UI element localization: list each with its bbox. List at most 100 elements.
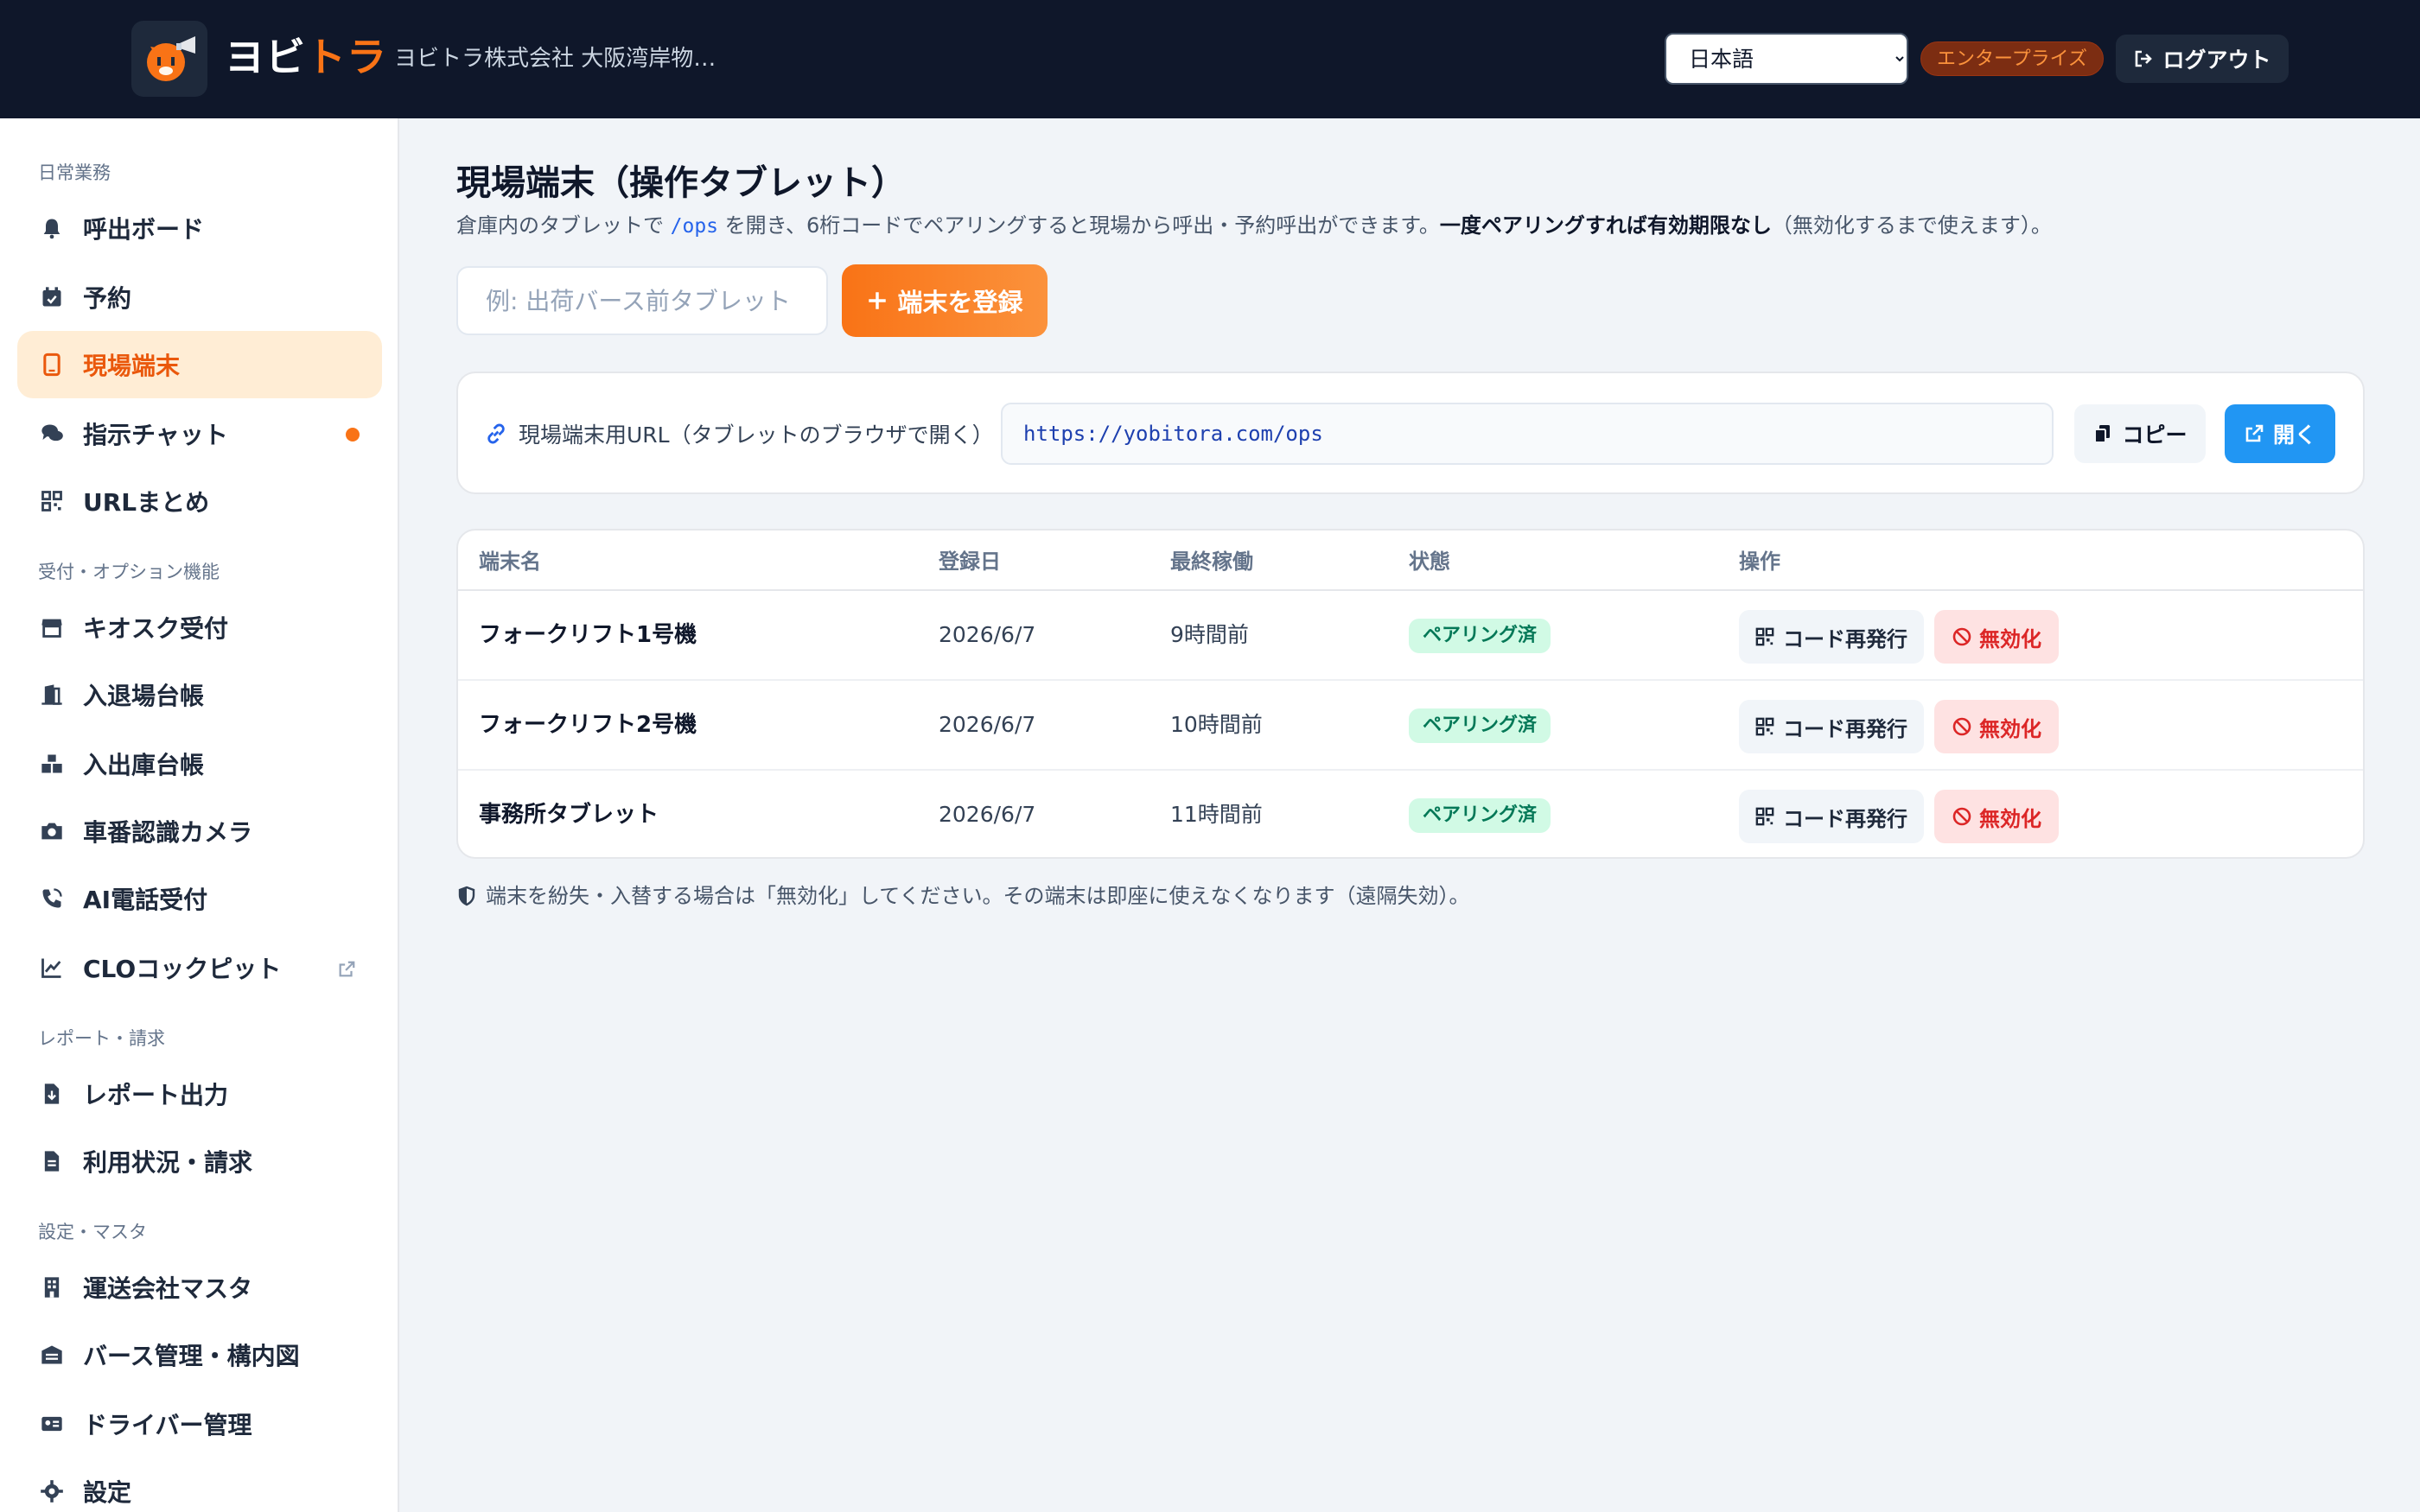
col-header-name: 端末名 bbox=[479, 550, 541, 574]
sidebar-item-label: 車番認識カメラ bbox=[83, 818, 253, 847]
reissue-code-button[interactable]: コード再発行 bbox=[1739, 790, 1924, 843]
file-invoice-icon bbox=[38, 1147, 66, 1175]
warehouse-icon bbox=[38, 1341, 66, 1369]
sidebar-item-entry-ledger[interactable]: 入退場台帳 bbox=[17, 661, 382, 728]
disable-device-button[interactable]: 無効化 bbox=[1934, 790, 2059, 843]
sidebar-item-report-export[interactable]: レポート出力 bbox=[17, 1060, 382, 1128]
sidebar-item-label: 予約 bbox=[83, 284, 132, 313]
device-name: フォークリフト1号機 bbox=[479, 622, 697, 648]
sidebar-item-usage-billing[interactable]: 利用状況・請求 bbox=[17, 1128, 382, 1195]
ban-icon bbox=[1952, 807, 1971, 826]
sidebar-section-daily: 日常業務 bbox=[38, 162, 111, 183]
reissue-code-button[interactable]: コード再発行 bbox=[1739, 610, 1924, 664]
last-active: 11時間前 bbox=[1170, 802, 1263, 827]
sidebar-item-inventory-ledger[interactable]: 入出庫台帳 bbox=[17, 730, 382, 797]
brand-wordmark[interactable]: ヨビトラ bbox=[225, 31, 387, 83]
disable-label: 無効化 bbox=[1979, 716, 2041, 741]
sidebar-item-ai-phone[interactable]: AI電話受付 bbox=[17, 865, 382, 932]
sidebar-item-label: AI電話受付 bbox=[83, 886, 208, 914]
reissue-label: コード再発行 bbox=[1783, 716, 1907, 741]
plus-icon bbox=[869, 292, 887, 309]
ops-url-label: 現場端末用URL（タブレットのブラウザで開く） bbox=[519, 422, 994, 448]
brand-part2: トラ bbox=[306, 34, 387, 80]
reissue-code-button[interactable]: コード再発行 bbox=[1739, 700, 1924, 753]
sidebar-item-driver-management[interactable]: ドライバー管理 bbox=[17, 1390, 382, 1458]
bell-icon bbox=[38, 214, 66, 242]
sidebar-item-label: 運送会社マスタ bbox=[83, 1274, 253, 1303]
sidebar-item-settings[interactable]: 設定 bbox=[17, 1458, 382, 1512]
register-label: 端末を登録 bbox=[897, 288, 1023, 317]
sidebar-item-reservation[interactable]: 予約 bbox=[17, 264, 382, 331]
registered-date: 2026/6/7 bbox=[939, 802, 1036, 827]
device-name: フォークリフト2号機 bbox=[479, 712, 697, 738]
qr-code-icon bbox=[1755, 627, 1774, 646]
desc-post: （無効化するまで使えます）。 bbox=[1771, 213, 2052, 238]
sidebar-item-label: 呼出ボード bbox=[83, 215, 205, 244]
sidebar-item-carrier-master[interactable]: 運送会社マスタ bbox=[17, 1254, 382, 1321]
disable-device-button[interactable]: 無効化 bbox=[1934, 610, 2059, 664]
last-active: 10時間前 bbox=[1170, 712, 1263, 737]
sidebar-item-berth-management[interactable]: バース管理・構内図 bbox=[17, 1321, 382, 1388]
qr-code-icon bbox=[1755, 807, 1774, 826]
camera-icon bbox=[38, 817, 66, 845]
plan-badge: エンタープライズ bbox=[1920, 41, 2105, 76]
col-header-actions: 操作 bbox=[1739, 550, 1780, 574]
sidebar-section-settings: 設定・マスタ bbox=[38, 1222, 147, 1242]
sidebar-item-field-device[interactable]: 現場端末 bbox=[17, 331, 382, 398]
boxes-icon bbox=[38, 750, 66, 778]
sidebar-section-options: 受付・オプション機能 bbox=[38, 562, 220, 582]
page-description: 倉庫内のタブレットで /ops を開き、6桁コードでペアリングすると現場から呼出… bbox=[456, 211, 2052, 241]
ops-url-card: 現場端末用URL（タブレットのブラウザで開く） コピー 開く bbox=[456, 372, 2365, 494]
phone-volume-icon bbox=[38, 885, 66, 912]
sidebar: 日常業務 呼出ボード 予約 現場端末 指示チャット URLまとめ 受付・オプショ… bbox=[0, 118, 399, 1512]
disable-label: 無効化 bbox=[1979, 626, 2041, 651]
logo-tiger-icon[interactable] bbox=[131, 21, 207, 97]
gear-icon bbox=[38, 1477, 66, 1505]
status-badge: ペアリング済 bbox=[1409, 708, 1551, 743]
tablet-icon bbox=[38, 351, 66, 378]
unread-dot bbox=[346, 428, 360, 442]
sidebar-item-call-board[interactable]: 呼出ボード bbox=[17, 194, 382, 262]
device-name-input[interactable] bbox=[456, 266, 828, 335]
sidebar-item-label: 設定 bbox=[83, 1478, 132, 1507]
top-header: ヨビトラ ヨビトラ株式会社 大阪湾岸物… 日本語 エンタープライズ ログアウト bbox=[0, 0, 2420, 118]
copy-label: コピー bbox=[2122, 422, 2188, 448]
external-link-icon bbox=[2245, 424, 2264, 442]
desc-code: /ops bbox=[670, 215, 719, 238]
reissue-label: コード再発行 bbox=[1783, 626, 1907, 651]
last-active: 9時間前 bbox=[1170, 622, 1249, 647]
sidebar-item-clo-cockpit[interactable]: CLOコックピット bbox=[17, 934, 382, 1001]
language-select[interactable]: 日本語 bbox=[1665, 33, 1908, 85]
ban-icon bbox=[1952, 627, 1971, 646]
chart-line-icon bbox=[38, 954, 66, 982]
sidebar-item-label: ドライバー管理 bbox=[83, 1411, 252, 1439]
desc-pre: 倉庫内のタブレットで bbox=[456, 213, 671, 238]
logout-button[interactable]: ログアウト bbox=[2116, 35, 2289, 83]
sidebar-item-kiosk[interactable]: キオスク受付 bbox=[17, 594, 382, 661]
registered-date: 2026/6/7 bbox=[939, 712, 1036, 737]
ops-url-field[interactable] bbox=[1001, 403, 2054, 465]
sidebar-item-chat[interactable]: 指示チャット bbox=[17, 400, 382, 467]
sidebar-item-label: URLまとめ bbox=[83, 488, 210, 517]
register-device-button[interactable]: 端末を登録 bbox=[842, 264, 1048, 337]
link-icon bbox=[487, 423, 505, 444]
sidebar-item-label: 利用状況・請求 bbox=[83, 1148, 253, 1177]
table-row: フォークリフト2号機 2026/6/7 10時間前 ペアリング済 コード再発行 … bbox=[458, 681, 2363, 771]
sidebar-item-label: CLOコックピット bbox=[83, 955, 282, 983]
disable-device-button[interactable]: 無効化 bbox=[1934, 700, 2059, 753]
desc-bold: 一度ペアリングすれば有効期限なし bbox=[1439, 213, 1772, 238]
sidebar-item-label: バース管理・構内図 bbox=[83, 1342, 300, 1370]
ops-url-label-group: 現場端末用URL（タブレットのブラウザで開く） bbox=[484, 418, 994, 449]
sidebar-item-plate-camera[interactable]: 車番認識カメラ bbox=[17, 797, 382, 865]
sidebar-item-url-summary[interactable]: URLまとめ bbox=[17, 467, 382, 535]
company-name: ヨビトラ株式会社 大阪湾岸物… bbox=[394, 46, 716, 72]
sidebar-section-reports: レポート・請求 bbox=[38, 1028, 165, 1049]
ban-icon bbox=[1952, 717, 1971, 736]
open-url-button[interactable]: 開く bbox=[2225, 404, 2335, 463]
sidebar-item-label: 指示チャット bbox=[83, 421, 228, 449]
sidebar-item-label: 入退場台帳 bbox=[83, 682, 205, 710]
copy-url-button[interactable]: コピー bbox=[2074, 404, 2206, 463]
door-icon bbox=[38, 681, 66, 708]
shield-icon bbox=[458, 886, 475, 906]
desc-mid: を開き、6桁コードでペアリングすると現場から呼出・予約呼出ができます。 bbox=[718, 213, 1440, 238]
